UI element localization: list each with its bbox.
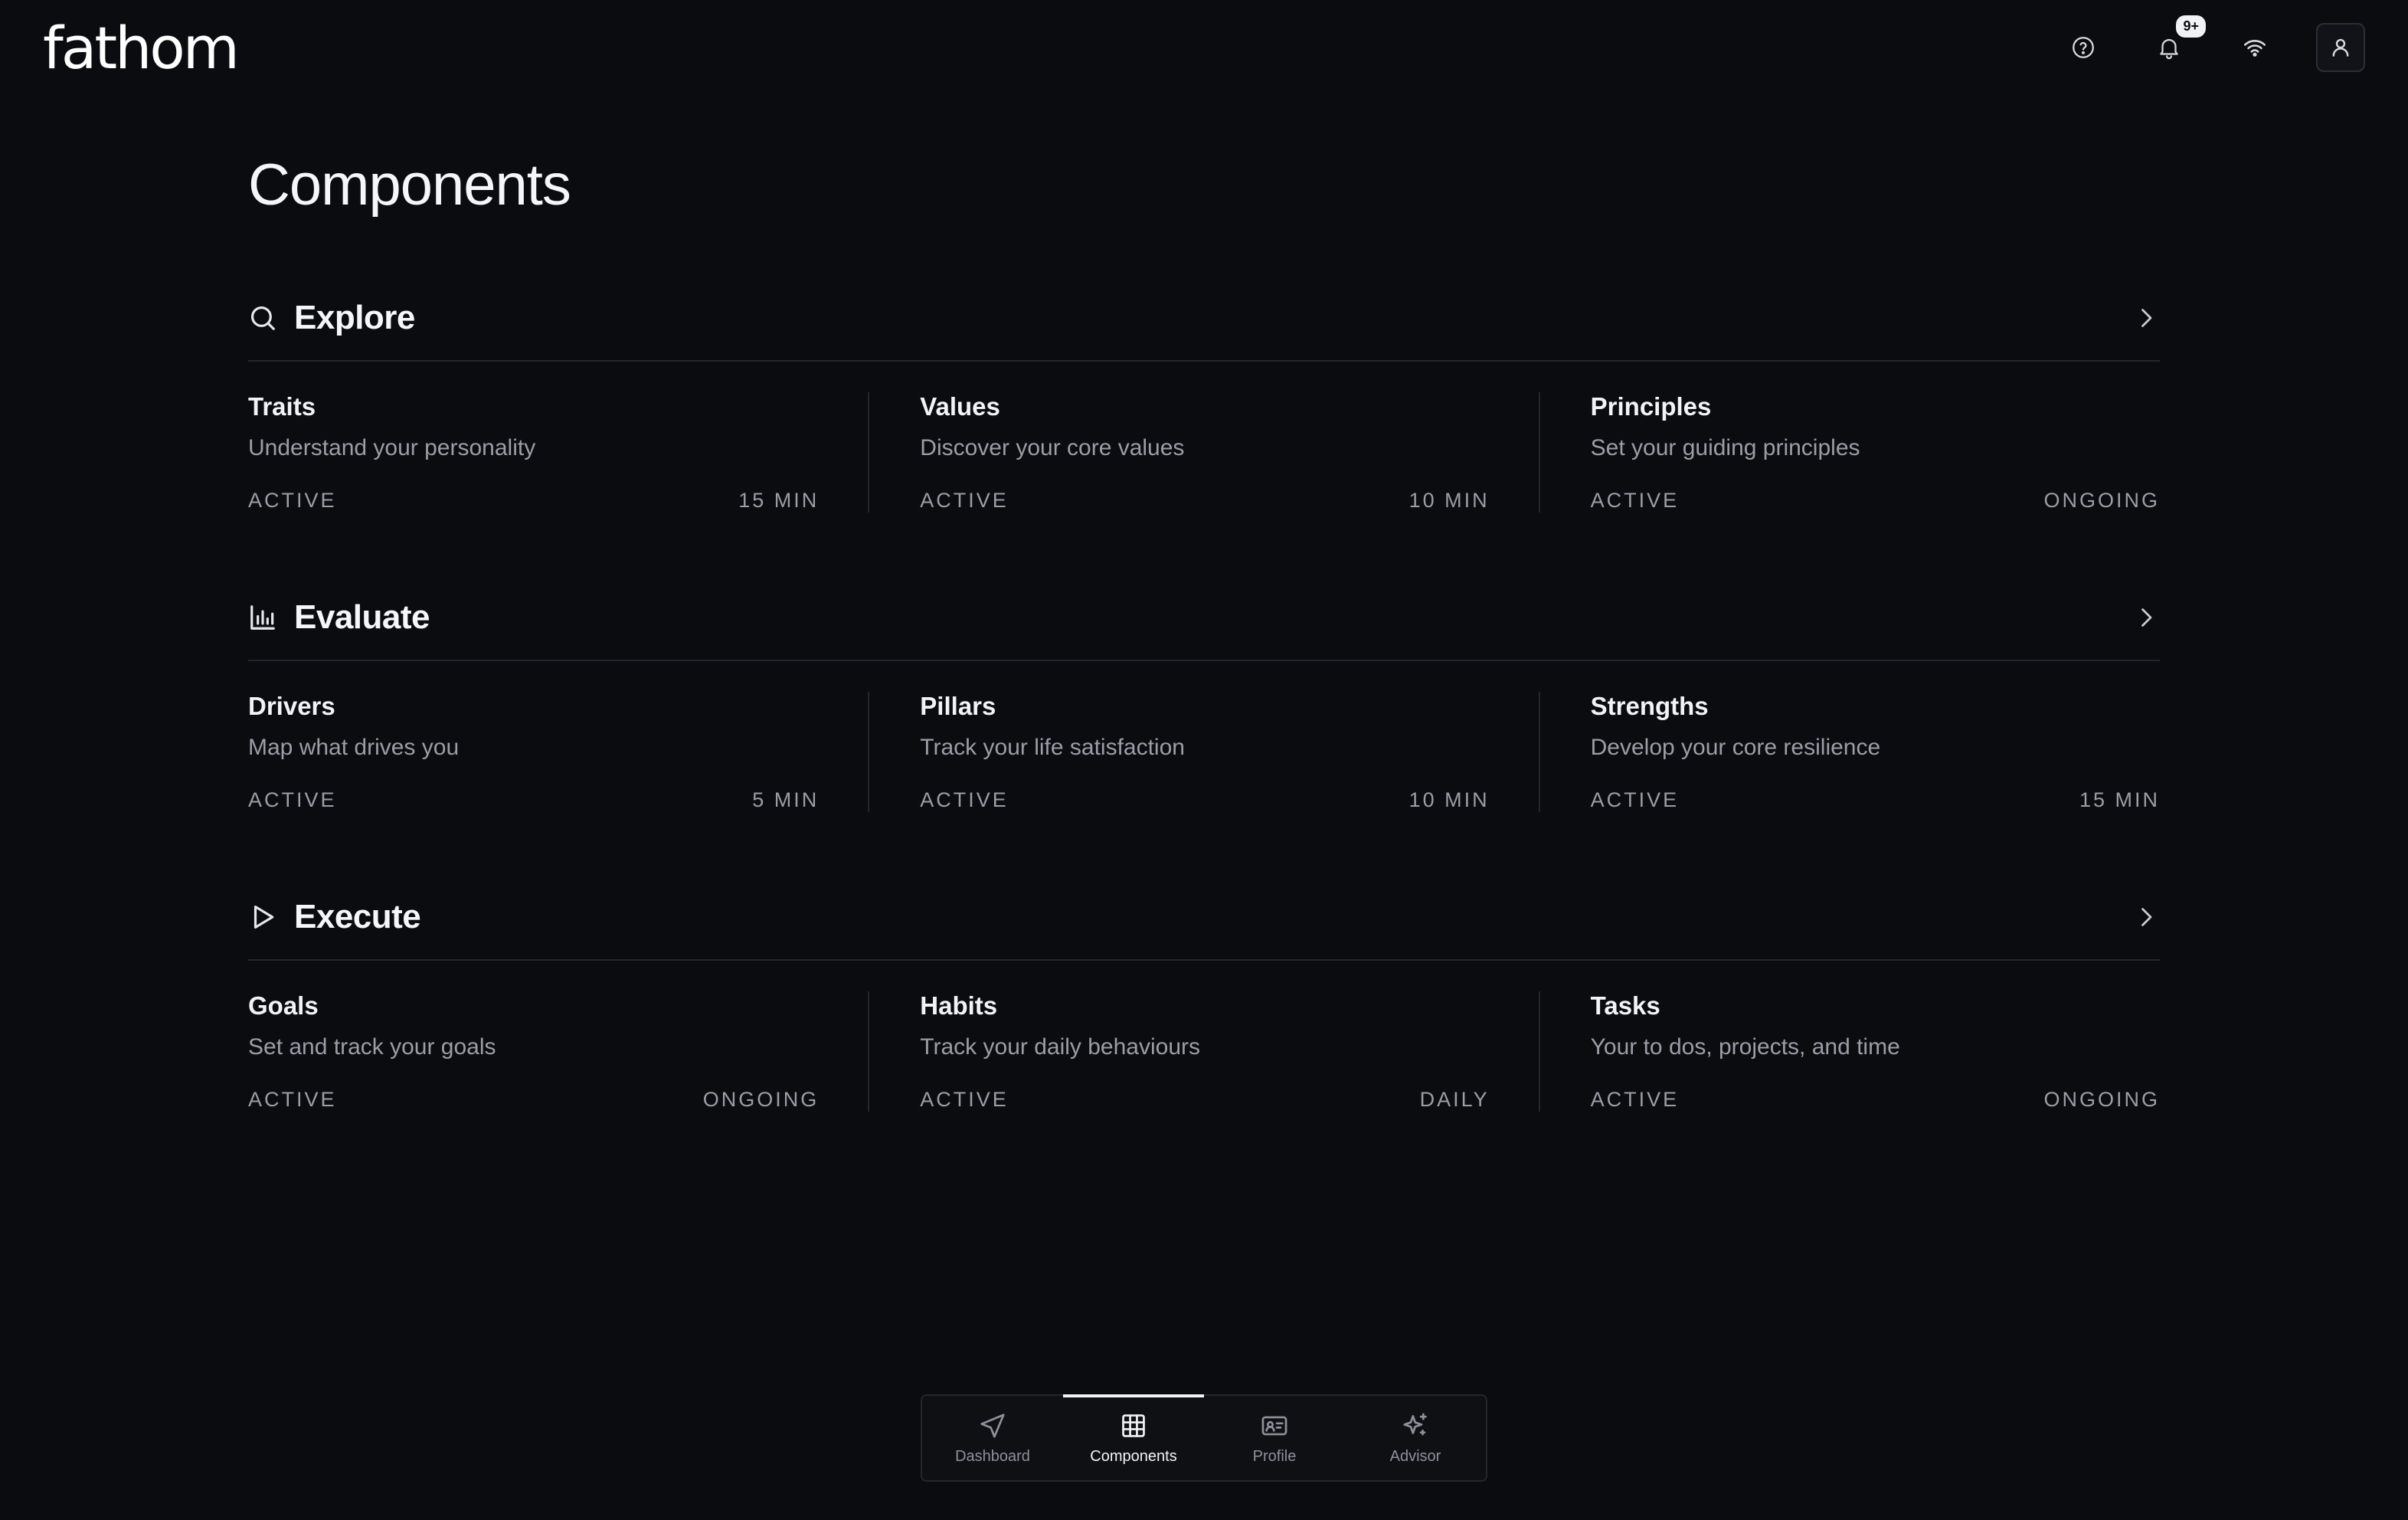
card-goals[interactable]: Goals Set and track your goals ACTIVE ON… xyxy=(248,991,819,1112)
card-strengths[interactable]: Strengths Develop your core resilience A… xyxy=(1538,692,2160,812)
card-duration: ONGOING xyxy=(702,1088,820,1111)
card-row: Traits Understand your personality ACTIV… xyxy=(248,362,2160,513)
section-title: Execute xyxy=(294,898,421,935)
card-traits[interactable]: Traits Understand your personality ACTIV… xyxy=(248,392,819,513)
components-list: Explore Traits Understand your personali… xyxy=(248,276,2160,1174)
app-root: fathom 9+ Components Explore Traits Unde… xyxy=(0,0,2408,1520)
sparkles-icon xyxy=(1403,1413,1427,1435)
card-status: ACTIVE xyxy=(920,788,1009,811)
card-description: Map what drives you xyxy=(248,735,460,760)
nav-item-dashboard[interactable]: Dashboard xyxy=(922,1396,1063,1480)
help-circle-icon xyxy=(2073,37,2094,58)
top-actions: 9+ xyxy=(2059,15,2365,72)
nav-item-profile[interactable]: Profile xyxy=(1204,1396,1345,1480)
card-duration: DAILY xyxy=(1419,1088,1490,1111)
card-duration: 15 MIN xyxy=(2079,788,2160,811)
page-title: Components xyxy=(248,152,571,218)
card-values[interactable]: Values Discover your core values ACTIVE … xyxy=(868,392,1489,513)
nav-label: Advisor xyxy=(1389,1447,1441,1465)
grid-icon xyxy=(1122,1414,1145,1437)
card-name: Values xyxy=(920,392,1000,421)
section-header-execute[interactable]: Execute xyxy=(248,875,2160,961)
section-header-evaluate[interactable]: Evaluate xyxy=(248,575,2160,661)
card-description: Set and track your goals xyxy=(248,1034,496,1060)
card-description: Your to dos, projects, and time xyxy=(1590,1034,1900,1060)
nav-item-advisor[interactable]: Advisor xyxy=(1345,1396,1486,1480)
card-principles[interactable]: Principles Set your guiding principles A… xyxy=(1538,392,2160,513)
card-name: Principles xyxy=(1590,392,1712,421)
navigation-arrow-icon xyxy=(980,1413,1005,1438)
section-evaluate: Evaluate Drivers Map what drives you ACT… xyxy=(248,575,2160,812)
card-status: ACTIVE xyxy=(920,1088,1009,1111)
card-status: ACTIVE xyxy=(1590,788,1680,811)
card-name: Goals xyxy=(248,991,319,1020)
connection-status-button[interactable] xyxy=(2230,23,2279,72)
search-icon xyxy=(250,306,275,330)
chevron-right-icon[interactable] xyxy=(2132,903,2160,931)
card-duration: 5 MIN xyxy=(752,788,820,811)
card-status: ACTIVE xyxy=(1590,1088,1680,1111)
card-description: Set your guiding principles xyxy=(1590,435,1860,460)
card-tasks[interactable]: Tasks Your to dos, projects, and time AC… xyxy=(1538,991,2160,1112)
card-name: Habits xyxy=(920,991,998,1020)
chevron-right-icon[interactable] xyxy=(2132,604,2160,631)
card-name: Strengths xyxy=(1590,692,1709,720)
nav-label: Dashboard xyxy=(955,1447,1030,1465)
bar-chart-icon xyxy=(250,605,275,630)
card-name: Traits xyxy=(248,392,316,421)
section-title: Evaluate xyxy=(294,598,430,636)
card-habits[interactable]: Habits Track your daily behaviours ACTIV… xyxy=(868,991,1489,1112)
id-card-icon xyxy=(1261,1416,1287,1435)
card-row: Goals Set and track your goals ACTIVE ON… xyxy=(248,961,2160,1112)
card-description: Track your daily behaviours xyxy=(920,1034,1201,1060)
card-name: Tasks xyxy=(1590,991,1660,1020)
card-name: Pillars xyxy=(920,692,996,720)
card-row: Drivers Map what drives you ACTIVE 5 MIN… xyxy=(248,661,2160,812)
card-description: Understand your personality xyxy=(248,435,536,460)
card-duration: ONGOING xyxy=(2043,489,2160,512)
nav-label: Profile xyxy=(1252,1447,1297,1465)
card-status: ACTIVE xyxy=(1590,489,1680,512)
card-description: Discover your core values xyxy=(920,435,1185,460)
card-duration: 15 MIN xyxy=(738,489,820,512)
chevron-right-icon[interactable] xyxy=(2132,304,2160,332)
user-icon xyxy=(2332,38,2349,57)
section-explore: Explore Traits Understand your personali… xyxy=(248,276,2160,513)
card-duration: ONGOING xyxy=(2043,1088,2160,1111)
card-drivers[interactable]: Drivers Map what drives you ACTIVE 5 MIN xyxy=(248,692,819,812)
card-duration: 10 MIN xyxy=(1408,788,1490,811)
logo[interactable]: fathom xyxy=(43,14,240,82)
section-header-explore[interactable]: Explore xyxy=(248,276,2160,362)
section-title: Explore xyxy=(294,299,415,336)
nav-label: Components xyxy=(1090,1447,1177,1465)
play-icon xyxy=(254,905,274,929)
notifications-button[interactable]: 9+ xyxy=(2145,15,2206,72)
card-status: ACTIVE xyxy=(248,1088,337,1111)
nav-item-components[interactable]: Components xyxy=(1063,1394,1204,1480)
card-description: Track your life satisfaction xyxy=(920,735,1185,760)
help-button[interactable] xyxy=(2059,23,2108,72)
card-description: Develop your core resilience xyxy=(1590,735,1881,760)
bell-icon xyxy=(2160,39,2178,60)
section-execute: Execute Goals Set and track your goals A… xyxy=(248,875,2160,1112)
card-status: ACTIVE xyxy=(920,489,1009,512)
card-duration: 10 MIN xyxy=(1408,489,1490,512)
card-status: ACTIVE xyxy=(248,489,337,512)
card-name: Drivers xyxy=(248,692,335,720)
bottom-nav: Dashboard Components Profile Advisor xyxy=(921,1394,1487,1482)
card-status: ACTIVE xyxy=(248,788,337,811)
wifi-icon xyxy=(2243,40,2266,57)
card-pillars[interactable]: Pillars Track your life satisfaction ACT… xyxy=(868,692,1489,812)
notifications-badge: 9+ xyxy=(2176,15,2206,38)
account-button[interactable] xyxy=(2316,23,2365,72)
